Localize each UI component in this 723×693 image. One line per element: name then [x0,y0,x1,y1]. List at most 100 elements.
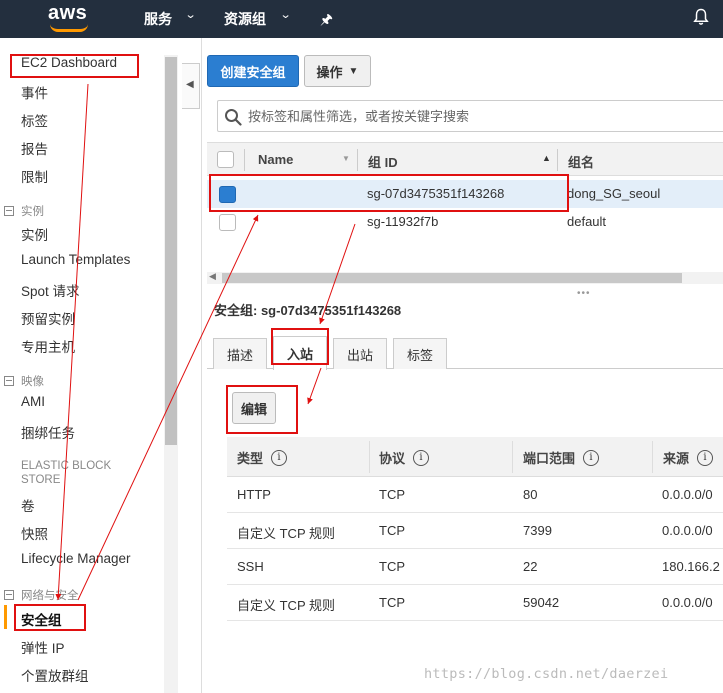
resize-handle-icon[interactable]: ••• [577,288,591,299]
table-row[interactable]: sg-11932f7b default [207,208,723,236]
table-row: 自定义 TCP 规则 TCP 59042 0.0.0.0/0 [227,585,723,621]
column-divider [512,441,513,473]
cell-port-range: 80 [523,487,538,502]
column-header-protocol: 协议 i [379,448,430,467]
column-header-label: 协议 [379,451,406,466]
scroll-left-arrow-icon[interactable]: ◀ [209,271,216,282]
tab-description[interactable]: 描述 [213,338,267,369]
create-security-group-button[interactable]: 创建安全组 [207,55,299,87]
column-header-group-id[interactable]: 组 ID [368,152,398,171]
security-groups-table-header: Name ▼ 组 ID ▲ 组名 [207,142,723,176]
watermark: https://blog.csdn.net/daerzei [424,666,669,682]
chevron-down-icon: ▼ [348,65,359,77]
table-scrollbar-thumb[interactable] [222,273,682,283]
collapse-icon[interactable] [4,376,14,386]
sidebar: EC2 Dashboard 事件 标签 报告 限制 实例 实例 Launch T… [0,38,180,693]
info-icon[interactable]: i [583,449,600,466]
sidebar-item-placement-groups[interactable]: 个置放群组 [21,665,89,685]
sidebar-item-lifecycle-manager[interactable]: Lifecycle Manager [21,551,131,566]
sort-ascending-icon[interactable]: ▲ [542,153,551,163]
table-row: HTTP TCP 80 0.0.0.0/0 [227,477,723,513]
sidebar-item-spot-requests[interactable]: Spot 请求 [21,280,80,300]
detail-panel-title: 安全组: sg-07d3475351f143268 [214,303,402,318]
sidebar-item-instances[interactable]: 实例 [21,224,48,244]
collapse-icon[interactable] [4,590,14,600]
sidebar-group-network-security[interactable]: 网络与安全 [4,587,79,603]
sidebar-item-volumes[interactable]: 卷 [21,495,35,515]
tab-outbound[interactable]: 出站 [333,338,387,369]
resource-groups-chevron-down-icon[interactable]: ⌄ [280,8,292,21]
cell-type: 自定义 TCP 规则 [237,526,335,541]
sidebar-item-bundle-tasks[interactable]: 捆绑任务 [21,422,75,442]
sidebar-group-instances[interactable]: 实例 [4,203,44,219]
search-input[interactable] [248,101,718,131]
info-icon[interactable]: i [697,449,714,466]
row-checkbox[interactable] [219,214,236,231]
chevron-left-icon: ◀ [186,79,194,90]
sidebar-divider [201,38,202,693]
cell-source: 0.0.0.0/0 [662,487,713,502]
cell-protocol: TCP [379,523,405,538]
column-header-source: 来源 i [663,448,714,467]
column-header-port-range: 端口范围 i [523,448,600,467]
tab-tags[interactable]: 标签 [393,338,447,369]
bell-icon[interactable] [693,8,709,26]
annotation-box-dashboard [10,54,139,78]
services-menu[interactable]: 服务 [144,9,172,29]
sidebar-group-ebs-label[interactable]: ELASTIC BLOCK STORE [21,459,131,487]
sidebar-item-limits[interactable]: 限制 [21,166,48,186]
sidebar-group-label: 实例 [21,206,44,218]
aws-logo-smile [50,24,88,32]
column-header-label: 端口范围 [523,451,576,466]
resource-groups-menu[interactable]: 资源组 [224,9,266,29]
table-row: SSH TCP 22 180.166.2 [227,549,723,585]
sidebar-item-elastic-ip[interactable]: 弹性 IP [21,637,65,657]
cell-protocol: TCP [379,595,405,610]
sidebar-item-dedicated-hosts[interactable]: 专用主机 [21,336,75,356]
sidebar-item-snapshots[interactable]: 快照 [21,523,48,543]
cell-group-id: sg-11932f7b [367,214,439,229]
aws-logo[interactable]: aws [48,2,87,25]
info-icon[interactable]: i [413,449,430,466]
sidebar-scrollbar-thumb[interactable] [165,57,177,445]
sort-icon[interactable]: ▼ [342,154,350,163]
sidebar-group-label: 映像 [21,376,44,388]
column-header-group-name[interactable]: 组名 [568,152,594,171]
actions-button[interactable]: 操作 ▼ [304,55,371,87]
sidebar-item-tags[interactable]: 标签 [21,110,48,130]
sidebar-item-ami[interactable]: AMI [21,394,45,409]
cell-port-range: 59042 [523,595,560,610]
column-divider [369,441,370,473]
collapse-icon[interactable] [4,206,14,216]
sidebar-group-label: 网络与安全 [21,590,79,602]
annotation-box-security-groups [14,604,86,631]
cell-port-range: 22 [523,559,538,574]
annotation-box-selected-row [209,174,569,212]
sidebar-item-launch-templates[interactable]: Launch Templates [21,252,130,267]
annotation-box-edit [226,385,298,434]
pin-icon[interactable]: 🖈 [320,9,333,33]
table-row: 自定义 TCP 规则 TCP 7399 0.0.0.0/0 [227,513,723,549]
cell-type: 自定义 TCP 规则 [237,598,335,613]
inbound-rules-header: 类型 i 协议 i 端口范围 i 来源 i [227,437,723,477]
info-icon[interactable]: i [271,449,288,466]
sidebar-group-images[interactable]: 映像 [4,373,44,389]
sidebar-item-events[interactable]: 事件 [21,82,48,102]
column-header-name[interactable]: Name [258,152,293,167]
cell-type: HTTP [237,487,271,502]
top-navigation-bar: aws 服务 ⌄ 资源组 ⌄ 🖈 [0,0,723,38]
search-bar[interactable] [217,100,723,132]
select-all-checkbox[interactable] [217,151,234,168]
actions-label: 操作 [316,64,343,80]
column-header-label: 类型 [237,451,264,466]
column-header-type: 类型 i [237,448,288,467]
services-chevron-down-icon[interactable]: ⌄ [185,8,197,21]
column-divider [652,441,653,473]
cell-protocol: TCP [379,559,405,574]
cell-port-range: 7399 [523,523,552,538]
annotation-arrow [307,367,322,405]
sidebar-item-reports[interactable]: 报告 [21,138,48,158]
cell-source: 0.0.0.0/0 [662,523,713,538]
sidebar-item-reserved-instances[interactable]: 预留实例 [21,308,75,328]
collapse-sidebar-button[interactable]: ◀ [182,63,200,109]
